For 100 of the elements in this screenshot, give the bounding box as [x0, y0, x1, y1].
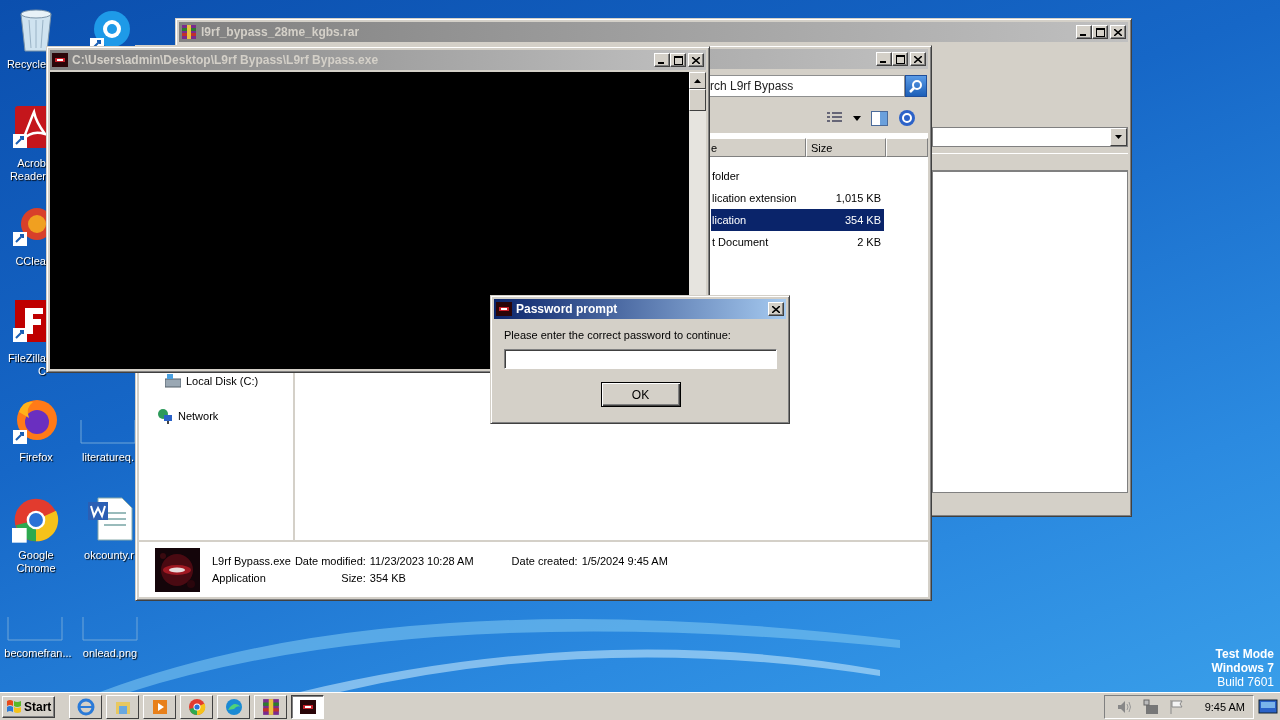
desktop-icon-label[interactable]: Google Chrome: [0, 549, 72, 575]
maximize-button[interactable]: [670, 53, 686, 67]
file-size: 1,015 KB: [834, 192, 881, 204]
flag-logo-icon: [6, 699, 22, 714]
taskbar-button[interactable]: [291, 694, 325, 719]
system-notice: Build 7601: [1217, 675, 1274, 689]
start-button[interactable]: Start: [2, 695, 56, 718]
flag-icon: [1168, 698, 1185, 715]
desktop-icon-label[interactable]: CClea: [2, 255, 46, 268]
desktop-icon-label[interactable]: okcounty.r: [76, 549, 134, 562]
file-type: Application: [212, 572, 267, 584]
file-thumbnail-icon: [82, 617, 138, 641]
drive-icon: [165, 374, 181, 388]
desktop-icon-label[interactable]: Firefox: [0, 451, 72, 464]
archive-icon: [181, 24, 197, 40]
document-icon: [88, 496, 134, 542]
recycle-bin-icon: [17, 8, 55, 52]
maximize-icon: [673, 55, 683, 65]
dialog-title: Password prompt: [516, 302, 619, 316]
view-options-button[interactable]: [827, 111, 843, 125]
help-icon: [898, 109, 916, 127]
list-view-icon: [827, 111, 843, 125]
caret-icon: [1115, 135, 1122, 139]
file-thumbnail-icon: [80, 420, 136, 444]
maximize-button[interactable]: [892, 52, 908, 66]
fox-icon: [13, 398, 59, 444]
close-icon: [692, 56, 700, 64]
file-size: 2 KB: [856, 236, 881, 248]
desktop-icon-label[interactable]: literatureq.: [76, 451, 134, 464]
app-icon: [299, 699, 316, 714]
field-value: 11/23/2023 10:28 AM: [369, 555, 474, 567]
desktop-icon-label[interactable]: Recycle: [2, 58, 46, 71]
caret-icon: [694, 78, 701, 83]
desktop-icon-label[interactable]: Acrob Reader: [2, 157, 46, 183]
scroll-thumb[interactable]: [689, 89, 706, 111]
file-type: lication extension: [711, 192, 798, 204]
field-label: Date modified:: [294, 555, 366, 567]
chrome-icon: [12, 496, 60, 544]
maximize-icon: [1095, 27, 1105, 37]
help-button[interactable]: [898, 109, 916, 127]
file-row[interactable]: folder: [711, 165, 884, 187]
field-label: Date created:: [511, 555, 578, 567]
file-size: 354 KB: [843, 214, 881, 226]
window-title: C:\Users\admin\Desktop\L9rf Bypass\L9rf Bypass.exe: [72, 53, 380, 67]
scroll-up-button[interactable]: [689, 72, 706, 89]
dropdown-button[interactable]: [853, 115, 861, 121]
search-button[interactable]: [905, 75, 927, 97]
minimize-button[interactable]: [1076, 25, 1092, 39]
password-field[interactable]: [504, 349, 777, 369]
file-type: folder: [711, 170, 741, 182]
preview-pane-button[interactable]: [871, 110, 888, 126]
play-icon: [150, 697, 169, 716]
desktop-icon-label[interactable]: onlead.png: [78, 647, 142, 660]
file-row[interactable]: t Document 2 KB: [711, 231, 884, 253]
network-icon: [1142, 698, 1159, 715]
close-button[interactable]: [688, 53, 704, 67]
file-name: L9rf Bypass.exe: [212, 555, 291, 567]
prompt-message: Please enter the correct password to continue:: [504, 329, 732, 341]
close-button[interactable]: [768, 302, 784, 316]
archive-icon: [261, 697, 280, 716]
window-title: l9rf_bypass_28me_kgbs.rar: [201, 25, 361, 39]
ok-button[interactable]: OK: [600, 382, 681, 407]
file-type: t Document: [711, 236, 770, 248]
close-button[interactable]: [1110, 25, 1126, 39]
file-type: lication: [711, 214, 748, 226]
show-desktop-icon[interactable]: [1258, 698, 1278, 715]
dropdown-button[interactable]: [1110, 128, 1127, 146]
caret-icon: [853, 115, 861, 121]
search-field[interactable]: rch L9rf Bypass: [708, 75, 905, 97]
nav-item[interactable]: Network: [178, 410, 219, 422]
column-header[interactable]: [886, 138, 928, 157]
app-icon: [52, 53, 68, 67]
close-button[interactable]: [910, 52, 926, 66]
search-icon: [909, 79, 923, 93]
system-notice: Test Mode: [1215, 647, 1274, 661]
maximize-button[interactable]: [1092, 25, 1108, 39]
nav-item[interactable]: Local Disk (C:): [186, 375, 259, 387]
chrome-icon: [187, 697, 206, 716]
close-icon: [914, 55, 922, 63]
desktop-icon-label[interactable]: FileZilla C: [0, 352, 46, 378]
speaker-icon: [1116, 699, 1133, 714]
file-row[interactable]: lication 354 KB: [711, 209, 884, 231]
desktop-icon-label[interactable]: becomefran...: [0, 647, 76, 660]
clock[interactable]: 9:45 AM: [1204, 700, 1245, 713]
close-icon: [772, 305, 780, 313]
field-value: 1/5/2024 9:45 AM: [581, 555, 668, 567]
column-header[interactable]: Size: [806, 138, 886, 157]
close-icon: [1114, 28, 1122, 36]
field-value: 354 KB: [369, 572, 407, 584]
path-dropdown[interactable]: [932, 127, 1128, 147]
minimize-button[interactable]: [654, 53, 670, 67]
system-notice: Windows 7: [1211, 661, 1274, 675]
maximize-icon: [895, 54, 905, 64]
network-icon: [157, 408, 173, 424]
wave-icon: [224, 697, 243, 716]
browser-icon: [76, 697, 95, 716]
field-label: Size:: [340, 572, 366, 584]
pane-icon: [871, 110, 888, 126]
minimize-button[interactable]: [876, 52, 892, 66]
file-row[interactable]: lication extension 1,015 KB: [711, 187, 884, 209]
